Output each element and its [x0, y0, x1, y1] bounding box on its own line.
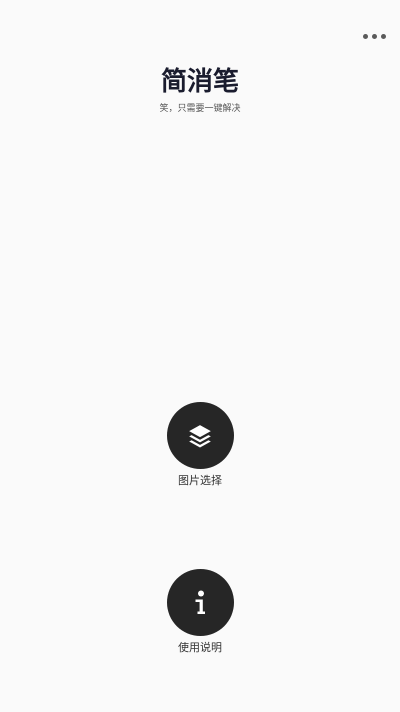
image-select-action: 图片选择	[0, 402, 400, 489]
usage-guide-button[interactable]	[166, 569, 234, 636]
image-select-label: 图片选择	[178, 474, 222, 487]
more-dot-icon	[371, 33, 377, 39]
image-select-button[interactable]	[166, 402, 234, 469]
app-subtitle: 笑，只需要一键解决	[159, 104, 241, 114]
more-dot-icon	[362, 33, 368, 39]
info-icon	[195, 590, 205, 614]
more-dot-icon	[380, 33, 386, 39]
app-title: 简消笔	[160, 67, 239, 97]
usage-guide-label: 使用说明	[178, 641, 222, 654]
more-options-button[interactable]	[358, 22, 390, 50]
usage-guide-action: 使用说明	[0, 569, 400, 656]
layers-icon	[189, 424, 211, 447]
